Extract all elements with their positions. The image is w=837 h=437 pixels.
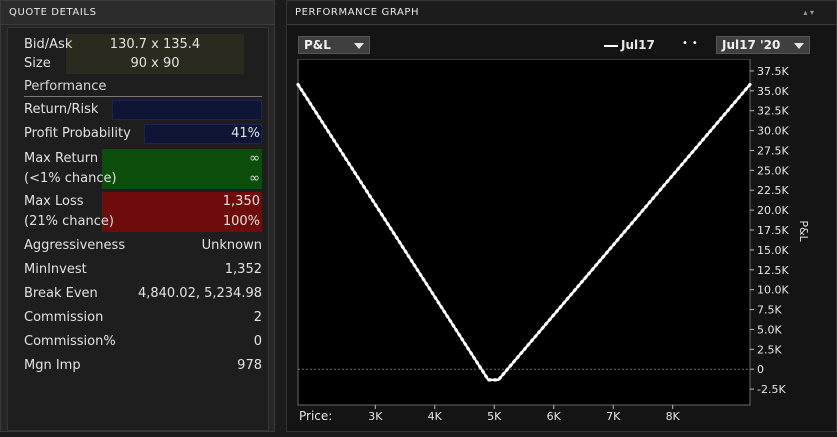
break-even-value: 4,840.02, 5,234.98 [137, 286, 262, 301]
margin-impact-value: 978 [237, 358, 262, 373]
x-tick-label: 3K [368, 410, 383, 423]
y-tick-label: 12.5K [757, 264, 789, 277]
y-tick-label: 32.5K [757, 105, 789, 118]
quote-details-body: Bid/Ask 130.7 x 135.4 Size 90 x 90 Perfo… [7, 27, 269, 431]
break-even-label: Break Even [24, 286, 98, 301]
commission-pct-label: Commission% [24, 334, 116, 349]
y-tick-label: 0 [757, 363, 764, 376]
profit-probability-value: 41% [231, 126, 260, 141]
expiry-dropdown[interactable]: Jul17 '20 [716, 36, 810, 54]
max-return-label: Max Return [24, 151, 99, 166]
y-tick-label: 2.5K [757, 343, 782, 356]
size-label: Size [24, 56, 51, 71]
aggressiveness-value: Unknown [201, 238, 262, 253]
max-return-value: ∞ [249, 151, 260, 166]
max-return-bar [102, 149, 262, 189]
chevron-down-icon [794, 43, 804, 49]
performance-graph-panel: PERFORMANCE GRAPH ▴ ▾ P&L Jul17 •• Jul17… [286, 0, 837, 432]
y-tick-label: 22.5K [757, 184, 789, 197]
aggressiveness-label: Aggressiveness [24, 238, 126, 253]
return-risk-bar [112, 100, 262, 120]
y-tick-label: -2.5K [757, 383, 786, 396]
y-tick-label: 37.5K [757, 65, 789, 78]
y-tick-label: 25.0K [757, 164, 789, 177]
y-axis-label: P&L [797, 220, 810, 242]
quote-details-panel: QUOTE DETAILS Bid/Ask 130.7 x 135.4 Size… [0, 0, 275, 432]
max-loss-chance-label: (21% chance) [24, 214, 114, 229]
x-axis-prefix: Price: [299, 409, 332, 423]
y-tick-label: 35.0K [757, 85, 789, 98]
commission-value: 2 [253, 310, 262, 325]
min-invest-value: 1,352 [224, 262, 262, 277]
quote-details-title: QUOTE DETAILS [9, 7, 97, 18]
legend-solid-label: Jul17 [621, 38, 655, 52]
commission-label: Commission [24, 310, 104, 325]
pnl-chart: 37.5K 35.0K 32.5K 30.0K 27.5K 25.0K 22.5K 20.0K… [296, 59, 810, 423]
y-tick-label: 7.5K [757, 304, 782, 317]
return-risk-label: Return/Risk [24, 102, 99, 117]
performance-divider [24, 96, 262, 97]
max-return-chance-value: ∞ [249, 171, 260, 186]
metric-dropdown-label: P&L [304, 38, 331, 52]
metric-dropdown[interactable]: P&L [298, 36, 370, 54]
max-return-chance-label: (<1% chance) [24, 171, 117, 186]
expiry-dropdown-label: Jul17 '20 [722, 38, 781, 52]
y-tick-label: 27.5K [757, 144, 789, 157]
margin-impact-label: Mgn Imp [24, 358, 81, 373]
chevron-down-icon [354, 43, 364, 49]
x-tick-label: 4K [428, 410, 443, 423]
min-invest-label: MinInvest [24, 262, 87, 277]
x-tick-label: 6K [547, 410, 562, 423]
max-loss-value: 1,350 [222, 194, 260, 209]
commission-pct-value: 0 [253, 334, 262, 349]
plot-area [297, 59, 751, 406]
y-tick-label: 5.0K [757, 323, 782, 336]
y-tick-label: 17.5K [757, 224, 789, 237]
max-loss-chance-value: 100% [222, 214, 260, 229]
x-tick-label: 8K [666, 410, 681, 423]
x-tick-label: 5K [487, 410, 502, 423]
profit-probability-label: Profit Probability [24, 126, 131, 141]
y-tick-label: 20.0K [757, 204, 789, 217]
quote-details-header: QUOTE DETAILS [1, 1, 274, 25]
y-tick-label: 15.0K [757, 244, 789, 257]
max-loss-label: Max Loss [24, 194, 84, 209]
y-tick-label: 10.0K [757, 284, 789, 297]
performance-section-label: Performance [24, 79, 107, 94]
panel-menu-icon[interactable]: ▴ ▾ [803, 8, 814, 17]
performance-graph-header: PERFORMANCE GRAPH ▴ ▾ [287, 1, 836, 25]
y-tick-label: 30.0K [757, 125, 789, 138]
legend-solid-line-icon [604, 45, 618, 47]
performance-graph-title: PERFORMANCE GRAPH [295, 7, 420, 18]
x-tick-label: 7K [606, 410, 621, 423]
size-value: 90 x 90 [130, 56, 180, 71]
legend-dotted-icon: •• [682, 38, 702, 49]
bid-ask-value: 130.7 x 135.4 [109, 37, 201, 52]
